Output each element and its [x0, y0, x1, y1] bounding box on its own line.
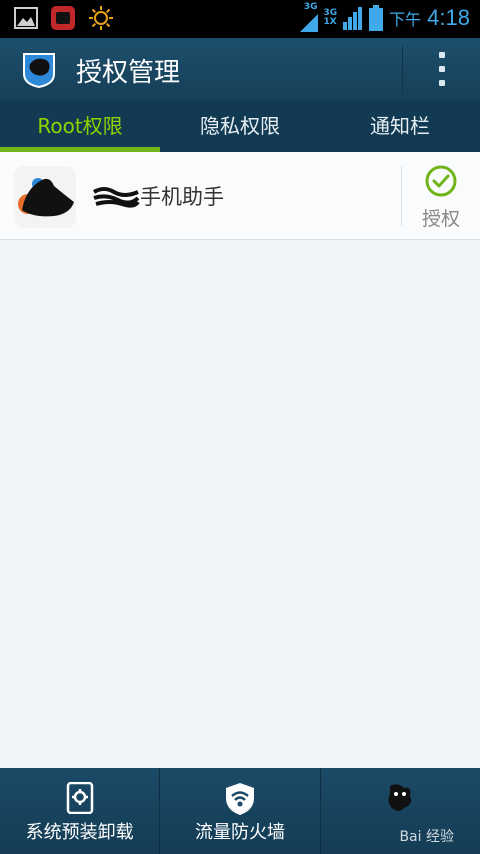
- status-bar: 3G 3G 1X 下午 4:18: [0, 0, 480, 38]
- tab-bar: Root权限 隐私权限 通知栏: [0, 100, 480, 152]
- status-right: 3G 3G 1X 下午 4:18: [299, 2, 470, 32]
- bottom-item-firewall[interactable]: 流量防火墙: [159, 768, 319, 854]
- bottom-item-system-uninstall[interactable]: 系统预装卸载: [0, 768, 159, 854]
- app-name-text: 手机助手: [140, 185, 224, 209]
- overflow-dot: [439, 66, 445, 72]
- status-left: [14, 5, 114, 31]
- signal-icon: [299, 14, 318, 32]
- grant-button[interactable]: 授权: [405, 164, 477, 231]
- list-item[interactable]: 手机助手 授权: [0, 152, 480, 240]
- row-divider: [401, 166, 402, 226]
- bottom-label-firewall: 流量防火墙: [194, 822, 285, 843]
- sun-icon: [89, 6, 113, 30]
- page-title: 授权管理: [76, 58, 181, 88]
- overflow-dot: [439, 52, 445, 58]
- app-logo-icon[interactable]: [20, 50, 58, 88]
- app-notification-icon: [51, 6, 75, 30]
- overflow-dot: [439, 80, 445, 86]
- bottom-label-system-uninstall: 系统预装卸载: [25, 822, 134, 843]
- tab-notification-bar[interactable]: 通知栏: [320, 100, 480, 152]
- watermark: Bai 经验: [399, 829, 454, 845]
- redaction-scribble: [92, 187, 140, 208]
- app-name: 手机助手: [92, 181, 224, 211]
- network-3g-1: 3G: [299, 2, 318, 32]
- tab-privacy-permissions[interactable]: 隐私权限: [160, 100, 320, 152]
- bottom-item-more[interactable]: Bai 经验: [319, 768, 480, 854]
- battery-icon: [369, 4, 384, 31]
- app-bar-divider: [402, 46, 403, 92]
- overflow-menu-icon[interactable]: [430, 52, 454, 86]
- tab-root-permissions[interactable]: Root权限: [0, 100, 160, 152]
- phone-settings-icon: [66, 782, 93, 814]
- bottom-bar: 系统预装卸载 流量防火墙 Bai 经验: [0, 768, 480, 854]
- app-bar: 授权管理: [0, 38, 480, 100]
- more-icon: [388, 784, 412, 811]
- net-label-3: 1X: [323, 16, 337, 27]
- image-icon: [14, 7, 38, 29]
- signal-bars-icon: [343, 6, 363, 30]
- net-label-1: 3G: [303, 2, 318, 12]
- shield-wifi-icon: [225, 783, 254, 815]
- check-circle-icon: [425, 165, 457, 197]
- status-time: 4:18: [427, 4, 470, 30]
- status-ampm: 下午: [389, 9, 422, 29]
- network-3g-2: 3G 1X: [323, 8, 338, 27]
- app-avatar-icon: [14, 166, 76, 228]
- grant-label: 授权: [421, 208, 460, 230]
